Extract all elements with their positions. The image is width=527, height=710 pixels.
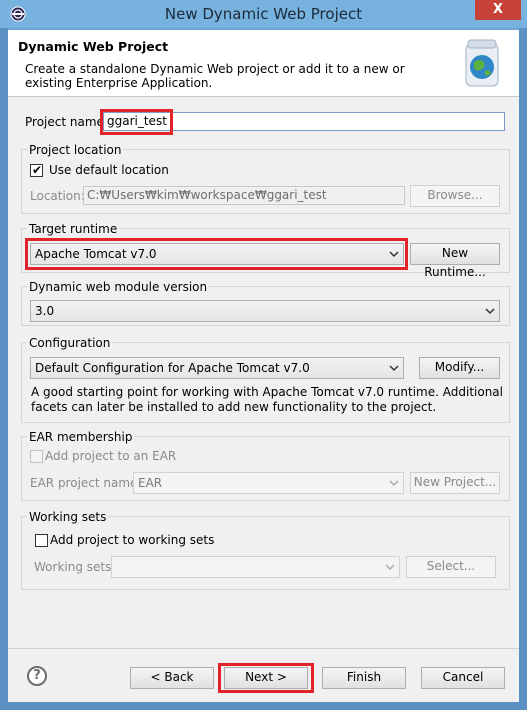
target-runtime-select[interactable]: Apache Tomcat v7.0 bbox=[30, 243, 404, 265]
chevron-down-icon bbox=[385, 564, 395, 571]
wizard-header: Dynamic Web Project Create a standalone … bbox=[8, 30, 519, 97]
ear-project-value: EAR bbox=[138, 476, 163, 490]
dialog-client-area: Dynamic Web Project Create a standalone … bbox=[8, 30, 519, 702]
use-default-location-checkbox[interactable]: ✔ bbox=[30, 163, 43, 177]
new-runtime-button[interactable]: New Runtime... bbox=[410, 243, 500, 279]
working-sets-label: Working sets: bbox=[34, 560, 116, 574]
project-name-input[interactable]: ggari_test bbox=[103, 112, 505, 131]
window-frame-bottom bbox=[0, 702, 527, 710]
module-version-select[interactable]: 3.0 bbox=[30, 300, 500, 322]
working-sets-group bbox=[21, 516, 510, 590]
back-button[interactable]: < Back bbox=[130, 667, 214, 689]
wizard-description: Create a standalone Dynamic Web project … bbox=[25, 62, 405, 90]
dialog-window: New Dynamic Web Project X Dynamic Web Pr… bbox=[0, 0, 527, 710]
target-runtime-title: Target runtime bbox=[27, 222, 120, 236]
chevron-down-icon bbox=[389, 251, 399, 258]
finish-button[interactable]: Finish bbox=[322, 667, 406, 689]
checkmark-icon: ✔ bbox=[32, 163, 43, 177]
modify-button[interactable]: Modify... bbox=[419, 357, 500, 379]
target-runtime-value: Apache Tomcat v7.0 bbox=[35, 247, 157, 261]
cancel-button[interactable]: Cancel bbox=[421, 667, 505, 689]
wizard-title: Dynamic Web Project bbox=[18, 39, 169, 54]
add-to-ear-checkbox[interactable] bbox=[30, 450, 43, 463]
configuration-value: Default Configuration for Apache Tomcat … bbox=[35, 361, 310, 375]
location-label: Location: bbox=[30, 189, 85, 203]
window-title: New Dynamic Web Project bbox=[164, 5, 363, 23]
add-to-working-sets-label: Add project to working sets bbox=[50, 533, 215, 547]
window-frame-left bbox=[0, 28, 8, 710]
module-version-title: Dynamic web module version bbox=[27, 280, 210, 294]
use-default-location-label: Use default location bbox=[49, 163, 169, 177]
close-button[interactable]: X bbox=[475, 0, 521, 20]
configuration-title: Configuration bbox=[27, 336, 113, 350]
browse-button[interactable]: Browse... bbox=[410, 185, 500, 207]
configuration-select[interactable]: Default Configuration for Apache Tomcat … bbox=[30, 357, 404, 379]
new-ear-project-button[interactable]: New Project... bbox=[410, 472, 500, 494]
working-sets-select[interactable] bbox=[111, 556, 400, 578]
ear-project-name-label: EAR project name: bbox=[30, 476, 142, 490]
add-to-ear-label: Add project to an EAR bbox=[45, 449, 177, 463]
project-name-label: Project name: bbox=[25, 115, 108, 129]
chevron-down-icon bbox=[485, 308, 495, 315]
chevron-down-icon bbox=[389, 480, 399, 487]
chevron-down-icon bbox=[389, 365, 399, 372]
add-to-working-sets-checkbox[interactable] bbox=[35, 534, 48, 547]
working-sets-title: Working sets bbox=[27, 510, 109, 524]
ear-project-select[interactable]: EAR bbox=[133, 472, 404, 494]
next-button[interactable]: Next > bbox=[224, 667, 308, 689]
title-bar: New Dynamic Web Project X bbox=[0, 0, 527, 28]
help-icon[interactable]: ? bbox=[27, 666, 47, 686]
footer-separator bbox=[8, 648, 519, 649]
ear-membership-title: EAR membership bbox=[27, 430, 135, 444]
module-version-value: 3.0 bbox=[35, 304, 55, 318]
location-input[interactable]: C:₩Users₩kim₩workspace₩ggari_test bbox=[83, 186, 405, 205]
web-project-globe-icon bbox=[465, 39, 499, 87]
configuration-description: A good starting point for working with A… bbox=[31, 385, 503, 414]
project-location-title: Project location bbox=[27, 143, 124, 157]
select-working-sets-button[interactable]: Select... bbox=[406, 556, 496, 578]
window-frame-right bbox=[519, 28, 527, 710]
